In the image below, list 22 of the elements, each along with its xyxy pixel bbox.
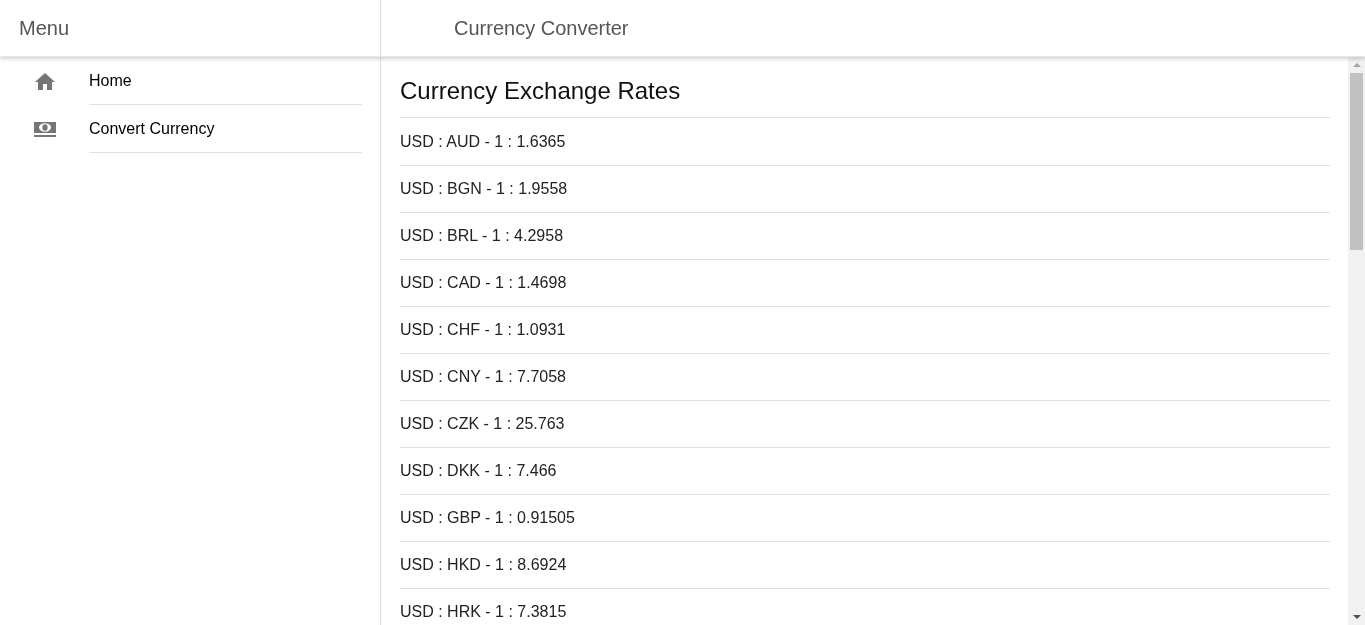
banknote-icon [34,121,56,137]
exchange-rate-text: USD : DKK - 1 : 7.466 [400,461,557,481]
exchange-rate-text: USD : HKD - 1 : 8.6924 [400,555,567,575]
exchange-rate-text: USD : BRL - 1 : 4.2958 [400,226,564,246]
scroll-up-icon[interactable] [1352,63,1361,67]
exchange-rate-text: USD : GBP - 1 : 0.91505 [400,508,575,528]
menu-title: Menu [19,16,70,41]
scroll-down-icon[interactable] [1352,615,1361,619]
scrollbar-track[interactable] [1348,57,1365,625]
exchange-rate-text: USD : CZK - 1 : 25.763 [400,414,565,434]
scrollbar-thumb[interactable] [1350,73,1363,250]
exchange-rate-text: USD : AUD - 1 : 1.6365 [400,131,566,152]
app-title: Currency Converter [454,16,629,41]
exchange-rate-text: USD : CNY - 1 : 7.7058 [400,367,566,387]
exchange-rate-text: USD : CAD - 1 : 1.4698 [400,273,567,293]
sidebar-item[interactable]: Convert Currency [0,105,362,153]
page-heading: Currency Exchange Rates [400,77,682,105]
exchange-rate-text: USD : HRK - 1 : 7.3815 [400,602,567,622]
sidebar-item[interactable]: Home [0,57,362,105]
exchange-rate-text: USD : CHF - 1 : 1.0931 [400,320,566,340]
home-icon [35,72,55,90]
exchange-rate-text: USD : BGN - 1 : 1.9558 [400,179,568,199]
